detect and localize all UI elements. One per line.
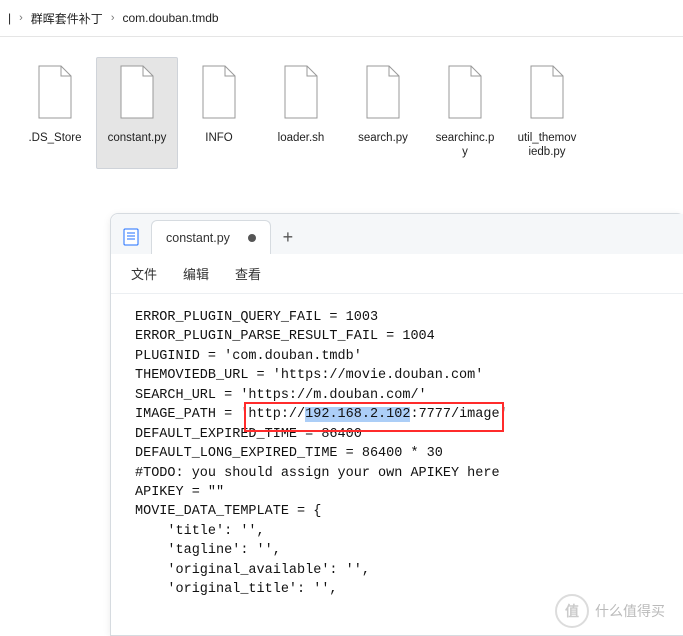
file-icon <box>279 64 323 123</box>
file-item[interactable]: search.py <box>342 57 424 169</box>
code-line: 'tagline': '', <box>135 541 668 560</box>
menu-edit[interactable]: 编辑 <box>183 264 209 283</box>
tab-constant-py[interactable]: constant.py <box>151 220 271 254</box>
code-line: THEMOVIEDB_URL = 'https://movie.douban.c… <box>135 366 668 385</box>
file-icon <box>197 64 241 123</box>
code-line: DEFAULT_LONG_EXPIRED_TIME = 86400 * 30 <box>135 444 668 463</box>
menubar: 文件 编辑 查看 <box>111 254 683 294</box>
file-label: search.py <box>358 131 408 145</box>
file-icon <box>525 64 569 123</box>
code-line: ERROR_PLUGIN_PARSE_RESULT_FAIL = 1004 <box>135 327 668 346</box>
breadcrumb-part-folder2[interactable]: com.douban.tmdb <box>122 11 218 25</box>
file-label: util_themov iedb.py <box>518 131 577 160</box>
code-area[interactable]: ERROR_PLUGIN_QUERY_FAIL = 1003ERROR_PLUG… <box>111 294 683 635</box>
menu-view[interactable]: 查看 <box>235 264 261 283</box>
file-icon <box>443 64 487 123</box>
file-label: .DS_Store <box>28 131 81 145</box>
watermark-badge-icon: 值 <box>555 594 589 628</box>
code-line: SEARCH_URL = 'https://m.douban.com/' <box>135 386 668 405</box>
chevron-right-icon: › <box>19 12 23 24</box>
file-item[interactable]: util_themov iedb.py <box>506 57 588 169</box>
code-line: PLUGINID = 'com.douban.tmdb' <box>135 347 668 366</box>
editor-window: constant.py + 文件 编辑 查看 ERROR_PLUGIN_QUER… <box>110 213 683 636</box>
watermark-text: 什么值得买 <box>595 601 665 621</box>
text-selection: 192.168.2.102 <box>305 407 410 422</box>
file-grid: .DS_Store constant.py INFO loader.sh search.… <box>0 37 683 199</box>
file-item[interactable]: constant.py <box>96 57 178 169</box>
new-tab-button[interactable]: + <box>271 220 305 254</box>
file-icon <box>33 64 77 123</box>
code-line: APIKEY = "" <box>135 483 668 502</box>
file-label: INFO <box>205 131 232 145</box>
file-item[interactable]: loader.sh <box>260 57 342 169</box>
tab-strip: constant.py + <box>111 214 683 254</box>
file-item[interactable]: searchinc.p y <box>424 57 506 169</box>
breadcrumb-part-truncated: | <box>8 11 11 25</box>
file-icon <box>115 64 159 123</box>
code-line: DEFAULT_EXPIRED_TIME = 86400 <box>135 425 668 444</box>
code-line: 'title': '', <box>135 522 668 541</box>
chevron-right-icon: › <box>111 12 115 24</box>
code-line: ERROR_PLUGIN_QUERY_FAIL = 1003 <box>135 308 668 327</box>
file-label: constant.py <box>108 131 167 145</box>
file-label: searchinc.p y <box>436 131 495 160</box>
watermark: 值 什么值得买 <box>555 594 665 628</box>
code-line: #TODO: you should assign your own APIKEY… <box>135 464 668 483</box>
tab-label: constant.py <box>166 231 230 245</box>
tab-modified-dot-icon <box>248 234 256 242</box>
code-line: IMAGE_PATH = 'http://192.168.2.102:7777/… <box>135 405 668 424</box>
notepad-icon <box>117 220 145 253</box>
file-icon <box>361 64 405 123</box>
file-item[interactable]: INFO <box>178 57 260 169</box>
menu-file[interactable]: 文件 <box>131 264 157 283</box>
breadcrumb-part-folder1[interactable]: 群晖套件补丁 <box>31 10 103 27</box>
code-line: 'original_available': '', <box>135 561 668 580</box>
file-label: loader.sh <box>278 131 325 145</box>
code-line: MOVIE_DATA_TEMPLATE = { <box>135 502 668 521</box>
file-item[interactable]: .DS_Store <box>14 57 96 169</box>
breadcrumb: | › 群晖套件补丁 › com.douban.tmdb <box>0 0 683 36</box>
